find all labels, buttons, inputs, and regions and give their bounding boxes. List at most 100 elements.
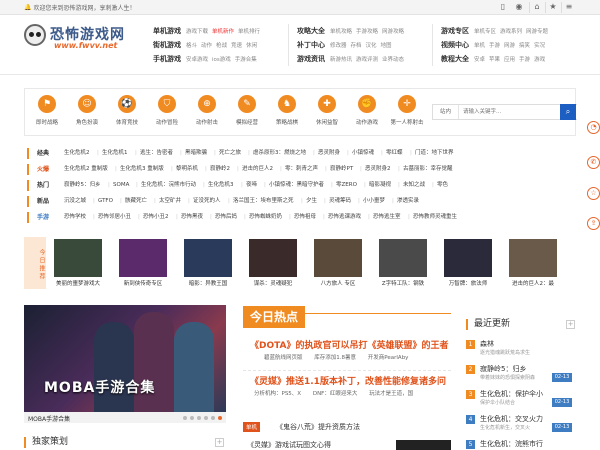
tag-link[interactable]: 恐怖教师灵魂重生	[408, 212, 457, 223]
update-title[interactable]: 生化危机：交叉火力	[480, 414, 543, 424]
nav-link[interactable]: ios游戏	[212, 55, 231, 63]
nav-link[interactable]: 安卓	[474, 55, 485, 63]
game-thumbnail[interactable]	[249, 239, 297, 277]
tag-link[interactable]: 寂静岭PT	[325, 164, 353, 175]
nav-link[interactable]: 游戏下载	[186, 27, 208, 35]
game-thumbnail[interactable]	[379, 239, 427, 277]
tag-link[interactable]: 生化危机3	[203, 180, 233, 191]
nav-link[interactable]: 汉化	[366, 41, 377, 49]
update-item[interactable]: 5 生化危机：浣熊市行	[466, 438, 576, 450]
nav-link[interactable]: 手游合集	[235, 55, 257, 63]
carousel-dot[interactable]	[204, 416, 208, 420]
home-icon[interactable]: ⌂	[532, 2, 542, 12]
tag-link[interactable]: 未知之战	[398, 180, 425, 191]
tag-link[interactable]: 恐怖小丑2	[138, 212, 168, 223]
tag-link[interactable]: 灵魂筹码	[324, 196, 351, 207]
tag-link[interactable]: 生化危机：浣熊市行动	[136, 180, 196, 191]
nav-link[interactable]: 苹果	[489, 55, 500, 63]
nav-link[interactable]: 游戏评测	[356, 55, 378, 63]
search-input[interactable]	[459, 105, 559, 119]
game-card[interactable]: Z字特工队：钢铁	[375, 239, 431, 287]
game-title[interactable]: 美丽的噩梦游戏大	[50, 279, 106, 287]
nav-link[interactable]: 竞速	[231, 41, 242, 49]
carousel-dot-active[interactable]	[218, 416, 222, 420]
tag-link[interactable]: 生化危机1	[97, 148, 127, 159]
nav-link[interactable]: 应用	[504, 55, 515, 63]
tag-link[interactable]: 暗影凝视	[364, 180, 391, 191]
nav-title[interactable]: 补丁中心	[297, 40, 330, 50]
game-title[interactable]: 进击的巨人2：最	[505, 279, 561, 287]
nav-link[interactable]: 地图	[381, 41, 392, 49]
banner-image[interactable]: MOBA手游合集	[24, 305, 226, 412]
nav-link[interactable]: 实况	[534, 41, 545, 49]
game-title[interactable]: 八方旅人 专区	[310, 279, 366, 287]
news-sublink[interactable]: DNF：红眼迎来大	[313, 391, 358, 397]
game-card[interactable]: 新到侠传奇专区	[115, 239, 171, 287]
tag-link[interactable]: GTFO	[93, 196, 113, 207]
nav-link[interactable]: 单机新作	[212, 27, 234, 35]
tag-link[interactable]: 寂静岭5：归乡	[64, 180, 101, 191]
update-title[interactable]: 生化危机：浣熊市行	[480, 439, 543, 449]
game-card[interactable]: 美丽的噩梦游戏大	[50, 239, 106, 287]
game-card[interactable]: 进击的巨人2：最	[505, 239, 561, 287]
news-sublink[interactable]: 碧蓝航线网页版	[264, 355, 303, 361]
tag-link[interactable]: 虐杀原形3：燃烧之地	[248, 148, 306, 159]
category-5[interactable]: ⊕ 动作射击	[186, 95, 228, 126]
nav-title[interactable]: 游戏资讯	[297, 54, 330, 64]
mini-news-link[interactable]: 《灵媒》游戏试玩图文心得	[247, 440, 331, 450]
game-card[interactable]: 万智牌：旅法师	[440, 239, 496, 287]
nav-title[interactable]: 手机游戏	[153, 54, 186, 64]
nav-link[interactable]: 单机排行	[238, 27, 260, 35]
tag-link[interactable]: 恐怖祖母	[289, 212, 316, 223]
menu-icon[interactable]: ≡	[564, 2, 574, 12]
tag-link[interactable]: 小镇惊魂：黑暗守护者	[264, 180, 324, 191]
game-thumbnail[interactable]	[444, 239, 492, 277]
float-phone-icon[interactable]: ✆	[587, 156, 600, 169]
nav-link[interactable]: 业界动态	[382, 55, 404, 63]
mobile-icon[interactable]: ▯	[498, 2, 508, 12]
recommend-tab[interactable]: 今日推荐	[24, 237, 46, 289]
tag-link[interactable]: 恐怖逃课游戏	[323, 212, 361, 223]
tag-link[interactable]: 渗透实录	[392, 196, 419, 207]
game-title[interactable]: 暗影：异教王国	[180, 279, 236, 287]
tag-link[interactable]: 零ZERO	[331, 180, 357, 191]
tag-link[interactable]: 骸藏死亡	[120, 196, 147, 207]
tag-link[interactable]: 零色	[432, 180, 448, 191]
tag-link[interactable]: 洛兰国王：埃布里斯之死	[228, 196, 293, 207]
category-8[interactable]: ✚ 休闲益智	[306, 95, 348, 126]
banner-caption[interactable]: MOBA手游合集	[28, 414, 70, 423]
carousel-dot[interactable]	[197, 416, 201, 420]
nav-link[interactable]: 格斗	[186, 41, 197, 49]
update-title[interactable]: 生化危机：保护伞小	[480, 389, 543, 399]
game-title[interactable]: 谋杀：灵魂疑犯	[245, 279, 301, 287]
game-card[interactable]: 暗影：异教王国	[180, 239, 236, 287]
tag-link[interactable]: 生化危机2 重制版	[64, 164, 108, 175]
nav-link[interactable]: 枪战	[216, 41, 227, 49]
nav-title[interactable]: 教程大全	[441, 54, 474, 64]
tag-link[interactable]: 零红蝶	[381, 148, 402, 159]
nav-link[interactable]: 游戏系列	[500, 27, 522, 35]
tag-link[interactable]: 沉没之城	[64, 196, 86, 207]
tag-link[interactable]: 古墓丽影：幸存觉醒	[398, 164, 452, 175]
search-button[interactable]: ⌕	[560, 104, 576, 120]
nav-link[interactable]: 单机专区	[474, 27, 496, 35]
nav-link[interactable]: 手游	[519, 55, 530, 63]
tag-link[interactable]: 零：刺青之声	[280, 164, 318, 175]
category-7[interactable]: ♞ 策略战棋	[266, 95, 308, 126]
tag-link[interactable]: 进击的巨人2	[237, 164, 273, 175]
nav-link[interactable]: 存档	[351, 41, 362, 49]
update-item[interactable]: 2 寂静岭5：归乡 带着妹妹的恐惧探索阴森 02-13	[466, 363, 576, 388]
news-sublink[interactable]: 玩法才是王道，国	[369, 391, 413, 397]
category-10[interactable]: ✛ 第一人称射击	[386, 95, 428, 126]
search-scope-select[interactable]: 站内	[433, 105, 459, 119]
game-title[interactable]: 新到侠传奇专区	[115, 279, 171, 287]
mini-news-link[interactable]: 《鬼谷八荒》提升资质方法	[276, 422, 360, 432]
tag-link[interactable]: 恐怖蜘蛛奶奶	[244, 212, 282, 223]
tag-link[interactable]: 寂静岭2	[205, 164, 230, 175]
carousel-dot[interactable]	[183, 416, 187, 420]
float-clock-icon[interactable]: ◔	[587, 121, 600, 134]
nav-link[interactable]: 单机攻略	[330, 27, 352, 35]
tag-link[interactable]: 恐怖逃生室	[368, 212, 400, 223]
news-sublink[interactable]: 库存添加1.8暑意	[314, 355, 356, 361]
nav-title[interactable]: 街机游戏	[153, 40, 186, 50]
